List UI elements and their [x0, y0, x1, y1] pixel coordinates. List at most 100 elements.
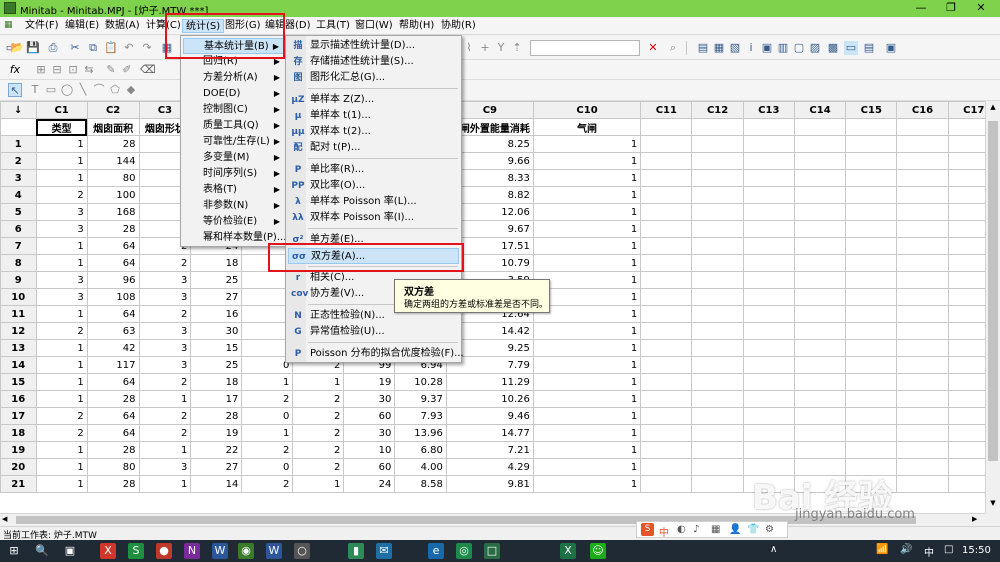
data-cell[interactable]	[640, 356, 693, 374]
data-cell[interactable]	[640, 220, 693, 238]
data-cell[interactable]	[691, 220, 744, 238]
data-cell[interactable]: 63	[86, 322, 140, 340]
insert-rows-icon[interactable]: ⊟	[50, 63, 64, 77]
data-cell[interactable]: 1	[35, 169, 88, 187]
data-cell[interactable]	[793, 152, 847, 170]
data-cell[interactable]: 4.29	[445, 458, 534, 476]
data-cell[interactable]: 2	[292, 458, 345, 476]
session-icon[interactable]: ▤	[696, 41, 710, 55]
data-cell[interactable]: 6.80	[394, 441, 447, 459]
data-cell[interactable]	[640, 339, 693, 357]
data-cell[interactable]	[742, 169, 795, 187]
data-cell[interactable]: 7.93	[394, 407, 447, 425]
column-name-cell[interactable]: 类型	[35, 118, 88, 136]
data-cell[interactable]: 2	[138, 305, 192, 323]
data-cell[interactable]	[742, 305, 795, 323]
row-number[interactable]: 20	[0, 458, 37, 476]
stat-menu-item[interactable]: 方差分析(A) ▶	[183, 70, 284, 86]
data-cell[interactable]: 1	[532, 475, 642, 493]
menu-data[interactable]: 数据(A)	[102, 19, 143, 33]
close-button[interactable]: ✕	[966, 0, 996, 17]
data-cell[interactable]: 1	[35, 254, 88, 272]
data-cell[interactable]	[793, 305, 847, 323]
data-cell[interactable]: 64	[86, 305, 140, 323]
data-cell[interactable]: 1	[138, 475, 192, 493]
data-cell[interactable]: 1	[532, 424, 642, 442]
data-cell[interactable]	[896, 254, 949, 272]
column-header[interactable]: C12	[691, 101, 744, 119]
document-icon[interactable]: ▦	[4, 20, 13, 30]
data-cell[interactable]	[896, 152, 949, 170]
data-cell[interactable]: 2	[138, 424, 192, 442]
ime-halfwidth-icon[interactable]: ◐	[677, 524, 686, 535]
taskbar-app-icon[interactable]: ▮	[348, 543, 364, 559]
corner-arrow-icon[interactable]: ↓	[0, 101, 37, 119]
ime-chinese-mode[interactable]: 中	[659, 524, 669, 539]
data-cell[interactable]	[845, 186, 898, 204]
data-cell[interactable]	[691, 322, 744, 340]
data-cell[interactable]: 1	[292, 475, 345, 493]
column-name-cell[interactable]	[640, 118, 693, 136]
column-header[interactable]: C13	[742, 101, 795, 119]
line-tool-icon[interactable]: ╲	[76, 83, 90, 97]
insert-columns-icon[interactable]: ⊡	[66, 63, 80, 77]
row-number[interactable]: 1	[0, 135, 37, 153]
data-cell[interactable]: 1	[35, 458, 88, 476]
taskbar-clock[interactable]: 15:50	[962, 545, 991, 556]
data-cell[interactable]: 1	[532, 203, 642, 221]
data-cell[interactable]: 1	[35, 441, 88, 459]
data-cell[interactable]	[793, 169, 847, 187]
data-cell[interactable]: 9.81	[445, 475, 534, 493]
polygon-tool-icon[interactable]: ⬠	[108, 83, 122, 97]
taskbar-app-icon[interactable]: e	[428, 543, 444, 559]
basic-stats-item[interactable]: λ 单样本 Poisson 率(L)...	[288, 194, 459, 210]
data-cell[interactable]: 2	[35, 322, 88, 340]
tray-volume-icon[interactable]: 🔊	[900, 544, 912, 555]
data-cell[interactable]	[691, 356, 744, 374]
data-cell[interactable]	[896, 373, 949, 391]
data-cell[interactable]	[793, 407, 847, 425]
data-cell[interactable]	[742, 288, 795, 306]
data-cell[interactable]: 2	[35, 424, 88, 442]
data-cell[interactable]	[845, 271, 898, 289]
data-cell[interactable]	[896, 458, 949, 476]
stat-menu-item[interactable]: 质量工具(Q) ▶	[183, 118, 284, 134]
data-cell[interactable]: 60	[343, 407, 396, 425]
scroll-thumb[interactable]	[988, 121, 998, 461]
data-cell[interactable]	[640, 152, 693, 170]
data-cell[interactable]	[640, 169, 693, 187]
data-cell[interactable]: 3	[138, 356, 192, 374]
data-cell[interactable]: 3	[35, 271, 88, 289]
tray-notification-icon[interactable]: □	[944, 544, 953, 555]
scroll-right-icon[interactable]: ▶	[972, 515, 977, 523]
data-cell[interactable]: 16	[190, 305, 243, 323]
data-cell[interactable]: 2	[138, 254, 192, 272]
data-cell[interactable]: 108	[86, 288, 140, 306]
row-number[interactable]: 21	[0, 475, 37, 493]
data-cell[interactable]	[640, 237, 693, 255]
open-icon[interactable]: 📂	[10, 41, 24, 55]
data-cell[interactable]	[793, 288, 847, 306]
data-cell[interactable]: 4.00	[394, 458, 447, 476]
data-cell[interactable]	[691, 254, 744, 272]
data-cell[interactable]: 1	[532, 152, 642, 170]
text-tool-icon[interactable]: T	[28, 83, 42, 97]
stat-menu-item[interactable]: 控制图(C) ▶	[183, 102, 284, 118]
info-icon[interactable]: i	[744, 41, 758, 55]
data-cell[interactable]	[845, 407, 898, 425]
column-header[interactable]: C2	[86, 101, 140, 119]
ellipse-tool-icon[interactable]: ◯	[60, 83, 74, 97]
data-cell[interactable]: 1	[532, 186, 642, 204]
data-cell[interactable]	[640, 475, 693, 493]
taskbar-app-icon[interactable]: X	[560, 543, 576, 559]
data-cell[interactable]	[742, 441, 795, 459]
data-cell[interactable]: 19	[343, 373, 396, 391]
data-cell[interactable]	[793, 271, 847, 289]
data-cell[interactable]	[896, 186, 949, 204]
data-cell[interactable]: 25	[190, 271, 243, 289]
taskbar-app-icon[interactable]: ⊞	[6, 543, 22, 559]
data-cell[interactable]: 3	[35, 203, 88, 221]
data-cell[interactable]: 80	[86, 169, 140, 187]
data-cell[interactable]: 1	[532, 390, 642, 408]
data-cell[interactable]: 1	[35, 237, 88, 255]
